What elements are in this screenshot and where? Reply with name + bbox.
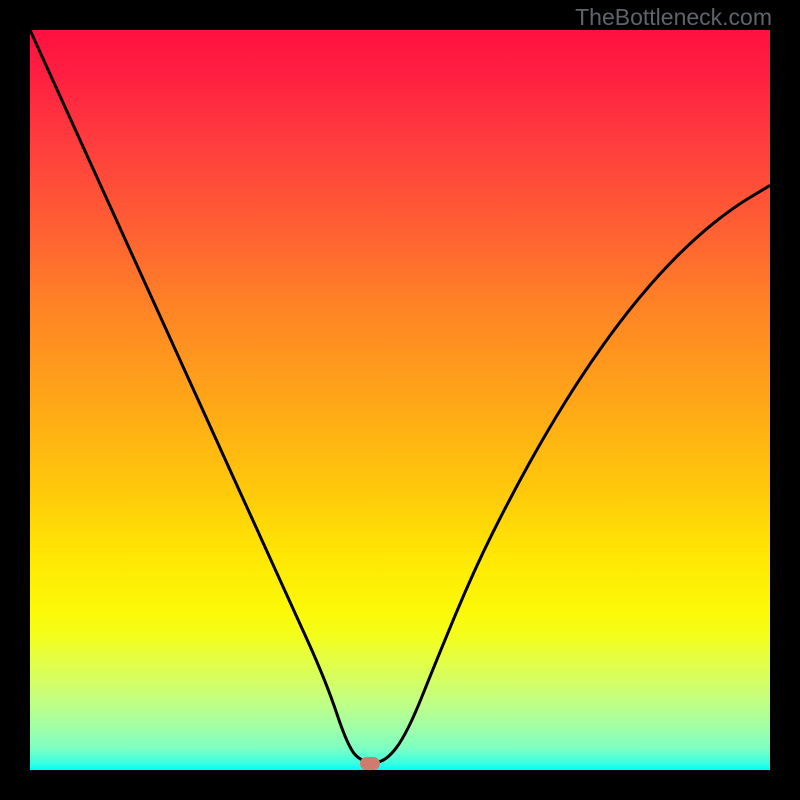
plot-area (30, 30, 770, 770)
optimal-point-marker (360, 757, 380, 770)
chart-frame: TheBottleneck.com (0, 0, 800, 800)
watermark-text: TheBottleneck.com (575, 4, 772, 31)
bottleneck-curve (30, 30, 770, 770)
